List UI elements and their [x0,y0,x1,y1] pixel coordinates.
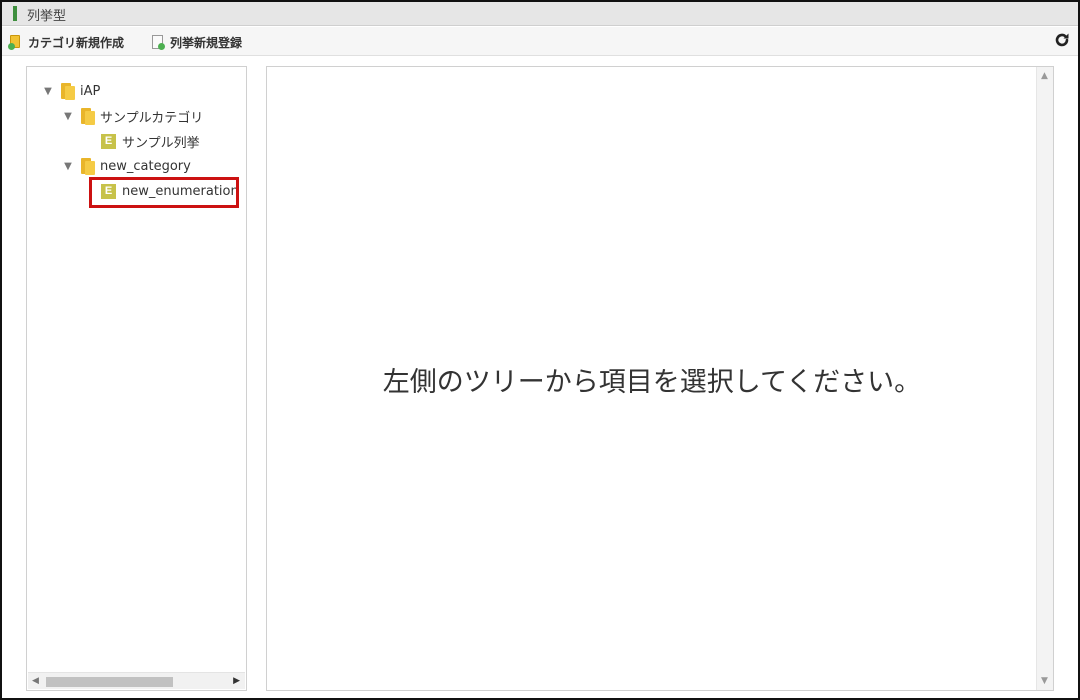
tree-node-sample-enumeration[interactable]: E サンプル列挙 [101,130,200,152]
tree-panel: ▼ iAP ▼ サンプルカテゴリ E サンプル列挙 ▼ new_category… [26,66,247,691]
title-accent-bar [13,6,17,21]
toolbar: カテゴリ新規作成 列挙新規登録 [2,27,1078,56]
vertical-scrollbar[interactable]: ▲ ▼ [1036,67,1053,690]
horizontal-scrollbar[interactable]: ◀ ▶ [28,672,245,689]
folder-icon [61,82,75,100]
collapse-icon[interactable]: ▼ [43,86,53,97]
refresh-icon[interactable] [1054,32,1070,48]
new-enumeration-label: 列挙新規登録 [170,35,243,50]
new-enumeration-button[interactable]: 列挙新規登録 [150,33,242,51]
scroll-left-icon[interactable]: ◀ [32,676,39,686]
tree-node-label: new_category [100,158,191,174]
collapse-icon[interactable]: ▼ [63,111,73,122]
tree-node-new-enumeration[interactable]: E new_enumeration [101,180,239,202]
title-bar: 列挙型 [2,2,1078,26]
tree-node-label: new_enumeration [122,183,239,199]
scroll-down-icon[interactable]: ▼ [1041,676,1048,686]
scroll-right-icon[interactable]: ▶ [233,676,240,686]
enumeration-icon: E [101,133,116,149]
tree-node-iap[interactable]: ▼ iAP [43,80,100,102]
empty-state-message: 左側のツリーから項目を選択してください。 [382,367,922,398]
folder-icon [81,107,95,125]
folder-add-icon [8,34,24,50]
tree-node-new-category[interactable]: ▼ new_category [63,155,191,177]
tree-node-label: サンプルカテゴリ [100,110,204,126]
tree-node-label: iAP [80,83,101,99]
tree-node-label: サンプル列挙 [122,135,200,151]
collapse-icon[interactable]: ▼ [63,161,73,172]
app-window: 列挙型 カテゴリ新規作成 列挙新規登録 ▼ iAP ▼ サンプルカテゴリ E サ… [0,0,1080,700]
folder-icon [81,157,95,175]
document-add-icon [150,34,166,50]
tree-node-sample-category[interactable]: ▼ サンプルカテゴリ [63,105,203,127]
scrollbar-thumb[interactable] [46,677,173,687]
new-category-button[interactable]: カテゴリ新規作成 [8,33,124,51]
scroll-up-icon[interactable]: ▲ [1041,71,1048,81]
content-panel: 左側のツリーから項目を選択してください。 ▲ ▼ [266,66,1054,691]
new-category-label: カテゴリ新規作成 [28,35,125,50]
enumeration-icon: E [101,183,116,199]
window-title: 列挙型 [27,9,67,24]
